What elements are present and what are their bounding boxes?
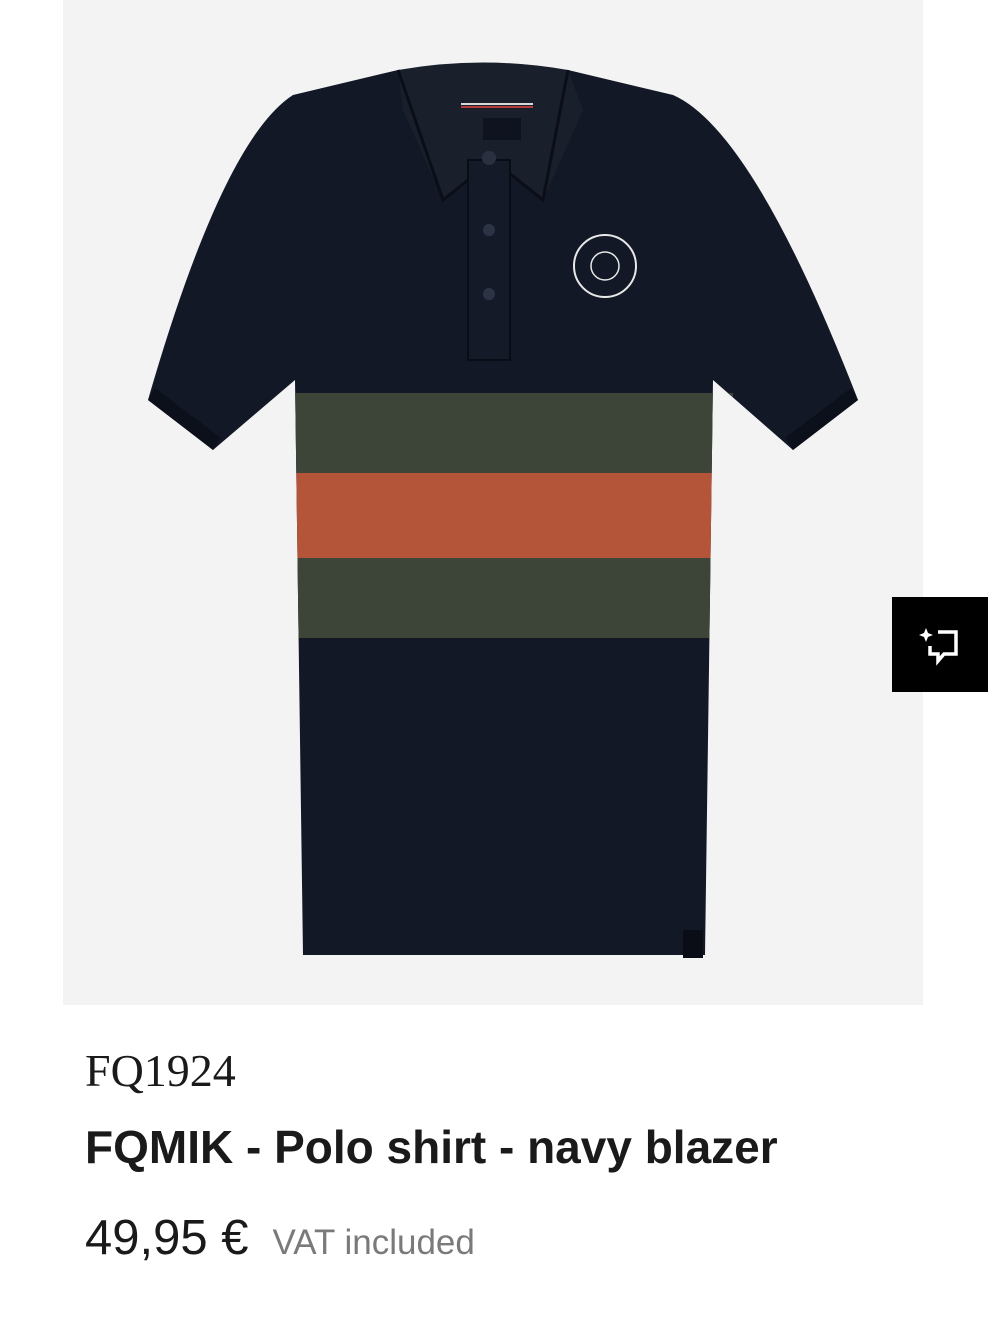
product-title: FQMIK - Polo shirt - navy blazer	[85, 1121, 778, 1173]
price: 49,95 €	[85, 1211, 249, 1265]
polo-shirt-illustration	[148, 62, 858, 958]
brand-name[interactable]: FQ1924	[85, 1048, 236, 1094]
vat-note: VAT included	[272, 1223, 475, 1262]
find-similar-button[interactable]	[892, 597, 988, 692]
find-similar-icon	[919, 627, 958, 666]
price-row: 49,95 € VAT included	[85, 1214, 475, 1263]
product-image[interactable]	[63, 0, 988, 1005]
